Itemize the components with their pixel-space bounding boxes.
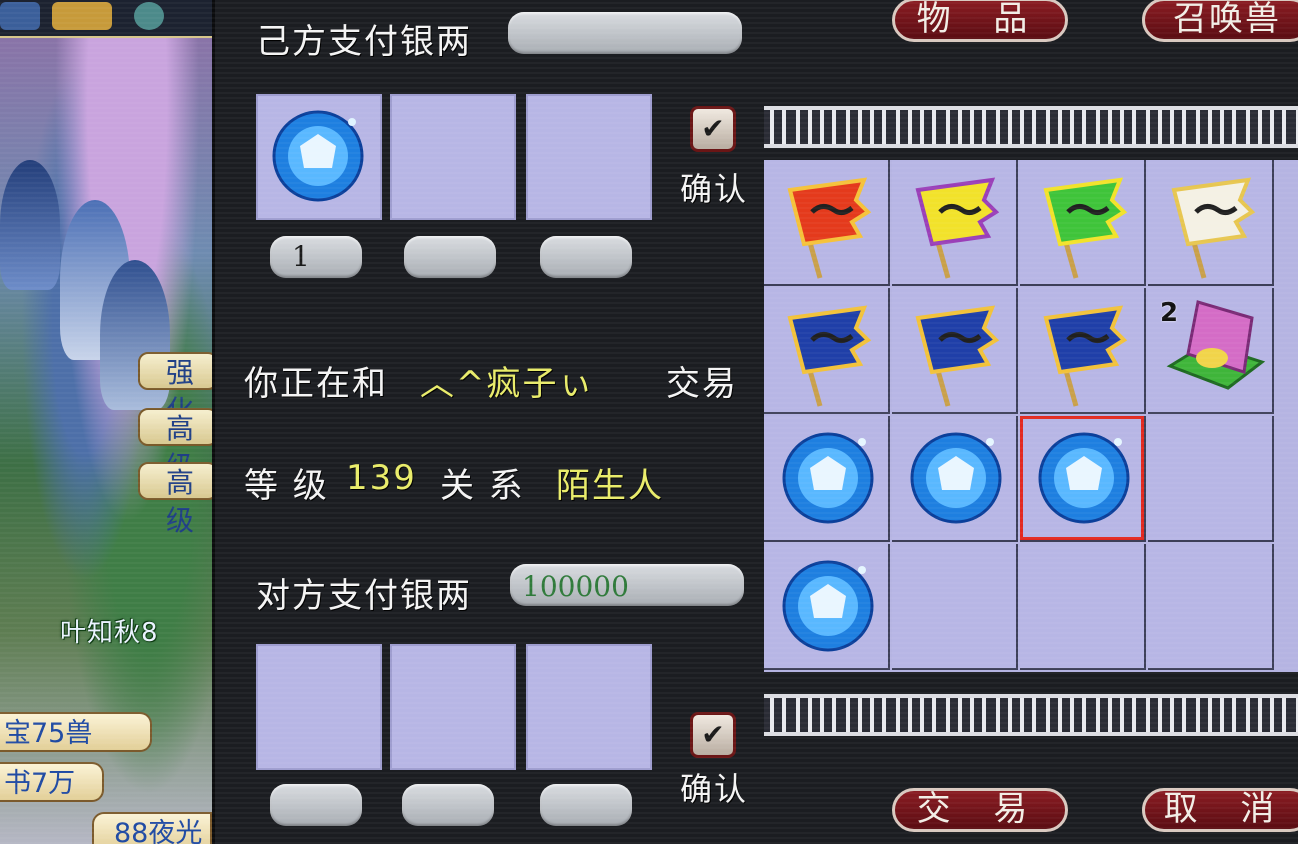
side-tag[interactable]: 高级 xyxy=(138,462,212,537)
item-count: 2 xyxy=(1160,298,1179,328)
inventory-cell-selected[interactable] xyxy=(1020,416,1146,542)
gem-icon xyxy=(910,432,1002,524)
flag-blue-icon xyxy=(1043,305,1128,407)
self-slot-qty xyxy=(404,236,496,278)
inventory-cell[interactable] xyxy=(892,416,1018,542)
inventory-cell[interactable] xyxy=(764,544,890,670)
cancel-button[interactable]: 取 消 xyxy=(1142,788,1298,832)
flag-blue-icon xyxy=(787,305,872,407)
side-tag[interactable]: 强化 xyxy=(138,352,212,427)
self-slot-qty: 1 xyxy=(270,236,362,278)
flag-yellow-icon xyxy=(915,177,1000,279)
trade-button[interactable]: 交 易 xyxy=(892,788,1068,832)
inventory-border-bottom xyxy=(764,694,1298,736)
other-trade-slot xyxy=(256,644,382,770)
other-slot-qty xyxy=(402,784,494,826)
inventory-cell[interactable] xyxy=(1148,160,1274,286)
character-figure xyxy=(0,160,60,290)
other-pay-value: 100000 xyxy=(522,570,629,603)
notice-tag[interactable]: 书7万 xyxy=(0,762,104,802)
qty-text: 1 xyxy=(292,240,310,273)
other-pay-display: 100000 xyxy=(510,564,744,606)
gem-icon xyxy=(782,560,874,652)
other-pay-label: 对方支付银两 xyxy=(256,576,472,616)
self-trade-slot[interactable] xyxy=(526,94,652,220)
other-confirm-checkbox: ✔ xyxy=(690,712,736,758)
inventory-border-top xyxy=(764,106,1298,148)
inventory-grid: 2 xyxy=(764,160,1298,672)
inventory-cell[interactable] xyxy=(764,288,890,414)
flag-red-icon xyxy=(787,177,872,279)
side-tag[interactable]: 高级 xyxy=(138,408,212,483)
pets-tab[interactable]: 召唤兽 xyxy=(1142,0,1298,42)
gem-icon xyxy=(272,110,364,202)
trading-suffix-label: 交易 xyxy=(666,364,738,404)
other-trade-slot xyxy=(390,644,516,770)
inventory-cell[interactable] xyxy=(1148,416,1274,542)
gem-icon xyxy=(1038,432,1130,524)
self-pay-input[interactable] xyxy=(508,12,742,54)
level-label: 等 级 xyxy=(244,466,329,506)
game-scene-background: 强化 高级 高级 叶知秋8 宝75兽 书7万 88夜光 xyxy=(0,0,215,844)
other-slot-qty xyxy=(540,784,632,826)
partner-name: ︿^疯子ぃ xyxy=(420,364,595,404)
other-slot-qty xyxy=(270,784,362,826)
self-slot-qty xyxy=(540,236,632,278)
gem-icon xyxy=(782,432,874,524)
treasure-icon[interactable] xyxy=(52,2,112,30)
notice-tag[interactable]: 88夜光 xyxy=(92,812,212,844)
items-tab[interactable]: 物 品 xyxy=(892,0,1068,42)
player-name-label: 叶知秋8 xyxy=(60,618,159,648)
inventory-cell[interactable] xyxy=(1020,544,1146,670)
other-confirm-label: 确认 xyxy=(680,770,749,808)
inventory-cell[interactable] xyxy=(892,544,1018,670)
menu-icon[interactable] xyxy=(0,2,40,30)
search-icon[interactable] xyxy=(134,2,164,30)
inventory-cell[interactable] xyxy=(764,160,890,286)
inventory-cell[interactable] xyxy=(892,160,1018,286)
inventory-cell[interactable] xyxy=(892,288,1018,414)
scene-toolbar xyxy=(0,0,212,38)
level-value: 139 xyxy=(346,458,417,498)
flag-white-icon xyxy=(1171,177,1256,279)
inventory-cell[interactable] xyxy=(1020,288,1146,414)
self-trade-slot[interactable] xyxy=(256,94,382,220)
self-confirm-label: 确认 xyxy=(680,170,749,208)
inventory-cell[interactable]: 2 xyxy=(1148,288,1274,414)
inventory-cell[interactable] xyxy=(764,416,890,542)
self-pay-label: 己方支付银两 xyxy=(256,22,472,62)
inventory-cell[interactable] xyxy=(1020,160,1146,286)
other-trade-slot xyxy=(526,644,652,770)
inventory-cell[interactable] xyxy=(1148,544,1274,670)
self-trade-slot[interactable] xyxy=(390,94,516,220)
trading-with-label: 你正在和 xyxy=(244,364,388,404)
relation-label: 关 系 xyxy=(440,466,525,506)
flag-blue-icon xyxy=(915,305,1000,407)
notice-tag[interactable]: 宝75兽 xyxy=(0,712,152,752)
relation-value: 陌生人 xyxy=(556,466,664,506)
self-confirm-checkbox[interactable]: ✔ xyxy=(690,106,736,152)
flag-green-icon xyxy=(1043,177,1128,279)
